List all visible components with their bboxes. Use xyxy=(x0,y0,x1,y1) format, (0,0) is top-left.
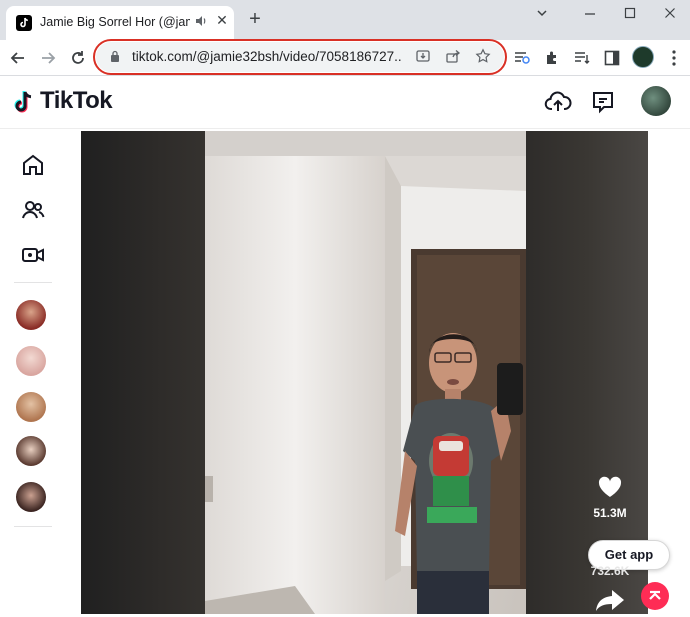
scroll-to-top-button[interactable] xyxy=(641,582,669,610)
tiktok-logo-icon[interactable] xyxy=(14,89,36,115)
forward-arrow-icon[interactable] xyxy=(36,46,60,70)
tiktok-sidebar xyxy=(0,130,66,614)
reading-list-icon[interactable] xyxy=(572,49,592,69)
tab-search-icon[interactable] xyxy=(530,6,554,22)
share-arrow-icon[interactable] xyxy=(594,588,626,612)
like-count: 51.3M xyxy=(593,506,627,520)
tiktok-logo-text[interactable]: TikTok xyxy=(40,87,113,115)
extension-filter-icon[interactable] xyxy=(512,49,532,69)
home-icon[interactable] xyxy=(20,152,46,178)
live-camera-icon[interactable] xyxy=(20,242,46,268)
video-scene xyxy=(205,131,526,614)
browser-tab[interactable]: Jamie Big Sorrel Hor (@jamie ✕ xyxy=(6,6,234,40)
heart-like-icon[interactable] xyxy=(596,473,624,501)
inbox-message-icon[interactable] xyxy=(590,89,616,115)
browser-toolbar: tiktok.com/@jamie32bsh/video/7058186727.… xyxy=(0,39,690,76)
chrome-profile-avatar[interactable] xyxy=(632,46,654,68)
url-text[interactable]: tiktok.com/@jamie32bsh/video/7058186727.… xyxy=(132,49,402,64)
following-icon[interactable] xyxy=(20,197,46,223)
share-page-icon[interactable] xyxy=(444,48,462,66)
video-frame[interactable] xyxy=(205,131,526,614)
upload-cloud-icon[interactable] xyxy=(544,89,572,115)
address-bar[interactable]: tiktok.com/@jamie32bsh/video/7058186727.… xyxy=(93,39,507,75)
extensions-puzzle-icon[interactable] xyxy=(542,49,562,69)
following-avatar[interactable] xyxy=(16,300,46,330)
sidebar-divider xyxy=(14,526,52,527)
bookmark-star-icon[interactable] xyxy=(474,48,492,66)
reload-icon[interactable] xyxy=(66,46,90,70)
install-app-icon[interactable] xyxy=(414,48,432,66)
more-menu-icon[interactable] xyxy=(664,49,684,69)
sidebar-divider xyxy=(14,282,52,283)
minimize-icon[interactable] xyxy=(578,6,602,22)
tab-title: Jamie Big Sorrel Hor (@jamie xyxy=(40,15,190,29)
tab-close-icon[interactable]: ✕ xyxy=(213,12,231,29)
lock-icon[interactable] xyxy=(110,50,120,62)
following-avatar[interactable] xyxy=(16,436,46,466)
maximize-icon[interactable] xyxy=(618,6,642,22)
tiktok-header: TikTok xyxy=(0,77,690,129)
new-tab-button[interactable]: + xyxy=(244,8,266,30)
share-count: 732.6K xyxy=(590,564,630,578)
back-arrow-icon[interactable] xyxy=(6,46,30,70)
following-avatar[interactable] xyxy=(16,392,46,422)
user-avatar[interactable] xyxy=(641,86,671,116)
video-blur-left xyxy=(81,131,205,614)
video-player[interactable] xyxy=(81,131,648,614)
side-panel-icon[interactable] xyxy=(602,49,622,69)
close-icon[interactable] xyxy=(658,6,682,22)
tab-strip: Jamie Big Sorrel Hor (@jamie ✕ + xyxy=(0,0,690,40)
speaker-icon[interactable] xyxy=(194,14,208,31)
following-avatar[interactable] xyxy=(16,482,46,512)
following-avatar[interactable] xyxy=(16,346,46,376)
tiktok-favicon-icon xyxy=(16,15,32,31)
